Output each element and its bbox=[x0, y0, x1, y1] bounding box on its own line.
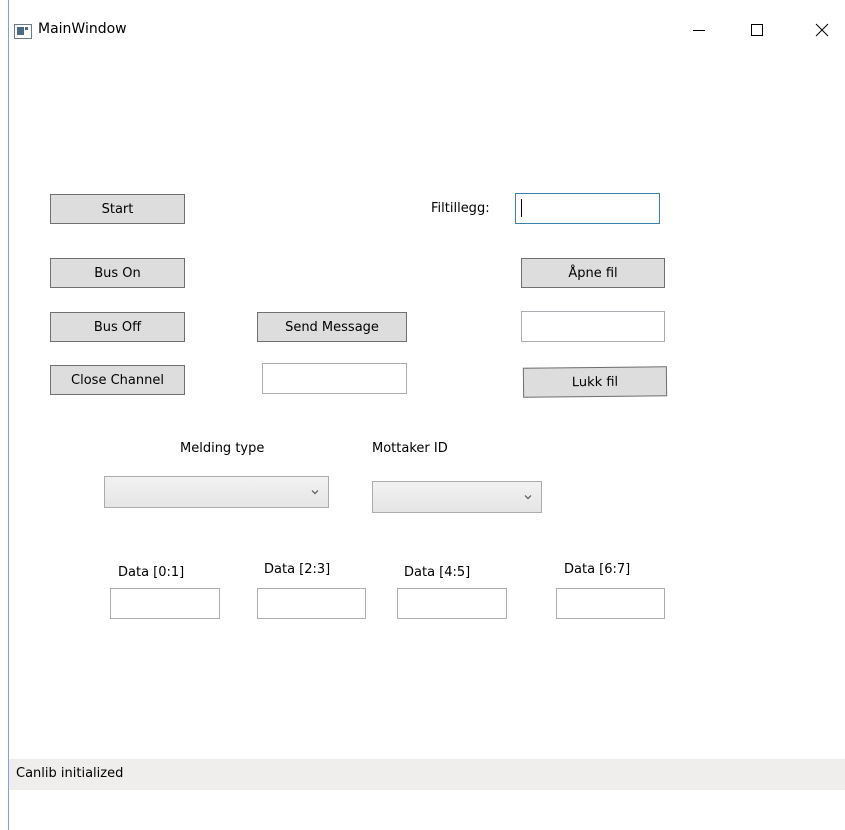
data-4-5-input[interactable] bbox=[397, 588, 507, 619]
minimize-button[interactable] bbox=[676, 12, 722, 48]
app-window-icon bbox=[14, 24, 32, 39]
send-message-button[interactable]: Send Message bbox=[257, 312, 407, 342]
data-2-3-label: Data [2:3] bbox=[264, 562, 331, 577]
message-type-label: Melding type bbox=[180, 441, 265, 456]
minimize-icon bbox=[693, 30, 705, 31]
data-2-3-input[interactable] bbox=[257, 588, 366, 619]
text-caret bbox=[521, 199, 522, 217]
receiver-id-combobox[interactable] bbox=[372, 481, 542, 513]
window-title: MainWindow bbox=[38, 21, 127, 37]
close-file-button[interactable]: Lukk fil bbox=[522, 366, 668, 398]
chevron-down-icon bbox=[524, 495, 532, 500]
status-text: Canlib initialized bbox=[16, 766, 124, 781]
data-4-5-label: Data [4:5] bbox=[404, 565, 471, 580]
data-0-1-input[interactable] bbox=[110, 588, 220, 619]
start-button[interactable]: Start bbox=[50, 194, 185, 224]
file-suffix-label: Filtillegg: bbox=[431, 201, 490, 216]
receiver-id-label: Mottaker ID bbox=[372, 441, 448, 456]
close-button[interactable] bbox=[799, 12, 845, 48]
data-6-7-input[interactable] bbox=[556, 588, 665, 619]
window-left-border bbox=[8, 0, 9, 830]
message-type-combobox[interactable] bbox=[104, 476, 329, 508]
data-6-7-label: Data [6:7] bbox=[564, 562, 631, 577]
maximize-button[interactable] bbox=[734, 12, 780, 48]
open-file-button[interactable]: Åpne fil bbox=[521, 258, 665, 288]
file-suffix-input[interactable] bbox=[515, 193, 660, 224]
data-0-1-label: Data [0:1] bbox=[118, 565, 185, 580]
close-channel-button[interactable]: Close Channel bbox=[50, 365, 185, 395]
close-icon bbox=[815, 23, 829, 37]
bus-on-button[interactable]: Bus On bbox=[50, 258, 185, 288]
message-input[interactable] bbox=[262, 363, 407, 394]
maximize-icon bbox=[751, 24, 763, 36]
file-path-field[interactable] bbox=[521, 311, 665, 342]
chevron-down-icon bbox=[311, 490, 319, 495]
status-bar: Canlib initialized bbox=[9, 759, 845, 790]
bus-off-button[interactable]: Bus Off bbox=[50, 312, 185, 342]
